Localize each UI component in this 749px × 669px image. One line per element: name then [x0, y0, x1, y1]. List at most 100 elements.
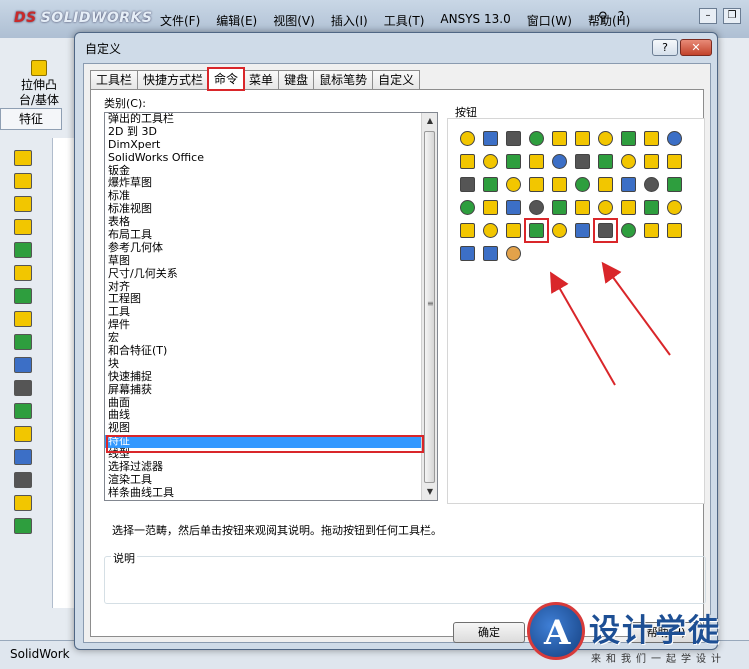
tab-2[interactable]: 命令 [207, 67, 246, 91]
command-button-icon[interactable] [619, 175, 638, 194]
command-button-icon[interactable] [596, 221, 615, 240]
tab-1[interactable]: 快捷方式栏 [137, 70, 210, 90]
toolbar-tool-icon[interactable] [14, 495, 32, 511]
category-item[interactable]: 工具 [105, 305, 422, 319]
menu-item-4[interactable]: 工具(T) [384, 12, 425, 29]
menu-item-2[interactable]: 视图(V) [273, 12, 315, 29]
command-button-icon[interactable] [596, 198, 615, 217]
command-button-icon[interactable] [527, 152, 546, 171]
category-item[interactable]: 标准 [105, 189, 422, 203]
category-item[interactable]: 块 [105, 357, 422, 371]
command-button-icon[interactable] [642, 175, 661, 194]
category-item[interactable]: SolidWorks Office [105, 151, 422, 165]
command-button-icon[interactable] [550, 152, 569, 171]
command-button-icon[interactable] [596, 129, 615, 148]
command-button-icon[interactable] [573, 221, 592, 240]
command-button-icon[interactable] [596, 175, 615, 194]
command-button-icon[interactable] [481, 244, 500, 263]
tab-0[interactable]: 工具栏 [90, 70, 139, 90]
tab-3[interactable]: 菜单 [243, 70, 280, 90]
command-button-icon[interactable] [527, 175, 546, 194]
category-scrollbar[interactable]: ▲ ≡ ▼ [421, 113, 437, 500]
command-button-icon[interactable] [458, 244, 477, 263]
menu-item-1[interactable]: 编辑(E) [216, 12, 257, 29]
command-button-icon[interactable] [481, 198, 500, 217]
command-button-icon[interactable] [642, 129, 661, 148]
command-button-icon[interactable] [573, 152, 592, 171]
command-button-icon[interactable] [642, 221, 661, 240]
command-button-icon[interactable] [550, 129, 569, 148]
command-button-icon[interactable] [665, 129, 684, 148]
category-item[interactable]: 曲线 [105, 409, 422, 422]
toolbar-tool-icon[interactable] [14, 288, 32, 304]
command-button-icon[interactable] [665, 175, 684, 194]
toolbar-tool-icon[interactable] [14, 173, 32, 189]
category-item[interactable]: 爆炸草图 [105, 177, 422, 190]
toolbar-tool-icon[interactable] [14, 196, 32, 212]
category-item[interactable]: 视图 [105, 421, 422, 435]
command-button-icon[interactable] [550, 175, 569, 194]
menu-item-6[interactable]: 窗口(W) [527, 12, 572, 29]
category-item[interactable]: 标准视图 [105, 202, 422, 216]
menu-item-5[interactable]: ANSYS 13.0 [440, 12, 510, 29]
category-item[interactable]: 表格 [105, 215, 422, 229]
toolbar-tool-icon[interactable] [14, 242, 32, 258]
command-button-icon[interactable] [481, 221, 500, 240]
command-button-icon[interactable] [504, 221, 523, 240]
help-icon[interactable]: ? [618, 10, 625, 25]
category-item[interactable]: 参考几何体 [105, 241, 422, 255]
menu-item-3[interactable]: 插入(I) [331, 12, 368, 29]
tab-features[interactable]: 特征 [0, 108, 62, 130]
tab-5[interactable]: 鼠标笔势 [313, 70, 374, 90]
menu-item-0[interactable]: 文件(F) [160, 12, 200, 29]
command-button-icon[interactable] [573, 198, 592, 217]
category-item[interactable]: 草图 [105, 254, 422, 268]
command-button-icon[interactable] [665, 198, 684, 217]
command-button-icon[interactable] [527, 221, 546, 240]
category-item[interactable]: 样条曲线工具 [105, 486, 422, 500]
command-button-icon[interactable] [619, 221, 638, 240]
scroll-thumb[interactable]: ≡ [424, 131, 435, 483]
category-item[interactable]: 快速捕捉 [105, 370, 422, 384]
toolbar-tool-icon[interactable] [14, 311, 32, 327]
category-item[interactable]: 选择过滤器 [105, 460, 422, 474]
dialog-help-button[interactable]: ? [652, 39, 678, 56]
toolbar-tool-icon[interactable] [14, 403, 32, 419]
scroll-down-icon[interactable]: ▼ [422, 484, 437, 500]
command-button-icon[interactable] [458, 175, 477, 194]
command-button-icon[interactable] [481, 129, 500, 148]
command-button-icon[interactable] [619, 129, 638, 148]
command-button-icon[interactable] [642, 152, 661, 171]
command-button-icon[interactable] [596, 152, 615, 171]
command-button-icon[interactable] [550, 198, 569, 217]
command-button-icon[interactable] [481, 152, 500, 171]
category-item[interactable]: 和合特征(T) [105, 344, 422, 358]
command-button-icon[interactable] [504, 175, 523, 194]
restore-icon[interactable]: ❐ [723, 8, 741, 24]
extrude-boss-button[interactable]: 拉伸凸 台/基体 [14, 60, 64, 108]
tab-6[interactable]: 自定义 [372, 70, 421, 90]
scroll-up-icon[interactable]: ▲ [422, 113, 437, 129]
command-button-icon[interactable] [665, 221, 684, 240]
command-button-icon[interactable] [573, 129, 592, 148]
command-button-icon[interactable] [504, 244, 523, 263]
command-button-icon[interactable] [481, 175, 500, 194]
command-button-icon[interactable] [504, 198, 523, 217]
command-button-icon[interactable] [458, 221, 477, 240]
feature-tree[interactable] [52, 138, 74, 608]
category-item[interactable]: 曲面 [105, 396, 422, 410]
category-item[interactable]: 对齐 [105, 280, 422, 294]
category-item[interactable]: 屏幕捕获 [105, 383, 422, 397]
dialog-close-button[interactable]: ✕ [680, 39, 712, 56]
toolbar-tool-icon[interactable] [14, 334, 32, 350]
toolbar-tool-icon[interactable] [14, 150, 32, 166]
category-item[interactable]: 渲染工具 [105, 473, 422, 487]
command-button-icon[interactable] [458, 129, 477, 148]
category-list[interactable]: 弹出的工具栏 2D 到 3D DimXpert SolidWorks Office 钣金… [104, 112, 438, 501]
command-button-icon[interactable] [527, 198, 546, 217]
toolbar-tool-icon[interactable] [14, 472, 32, 488]
command-button-icon[interactable] [550, 221, 569, 240]
tab-4[interactable]: 键盘 [278, 70, 315, 90]
category-item[interactable]: 2D 到 3D [105, 125, 422, 139]
toolbar-tool-icon[interactable] [14, 426, 32, 442]
